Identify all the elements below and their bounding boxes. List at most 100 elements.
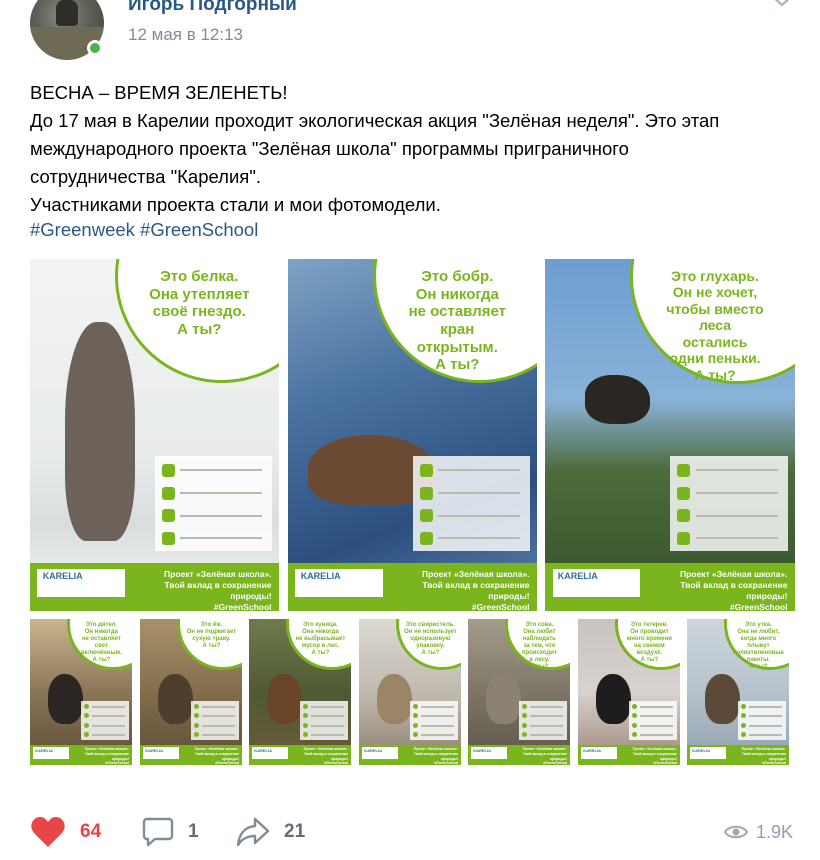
poster-checklist — [629, 700, 677, 741]
check-icon — [412, 722, 418, 728]
poster-duck[interactable]: Это утка. Она не любит, когда много плыв… — [687, 619, 789, 765]
check-icon — [83, 732, 89, 738]
check-item-line — [180, 537, 263, 540]
hashtag-link[interactable]: #Greenweek — [30, 219, 135, 240]
poster-bubble-text: Это бобр. Он никогда не оставляет кран о… — [408, 267, 506, 374]
check-icon — [83, 722, 89, 728]
poster-footer-text: Проект «Зелёная школа». Твой вклад в сох… — [84, 747, 129, 765]
check-item-line — [310, 724, 345, 727]
check-item-line — [748, 724, 783, 727]
poster-footer-text: Проект «Зелёная школа». Твой вклад в сох… — [741, 747, 786, 765]
comment-button[interactable]: 1 — [142, 812, 199, 852]
check-icon — [412, 732, 418, 738]
check-icon — [677, 509, 691, 523]
check-icon — [419, 486, 433, 500]
check-item-line — [201, 734, 236, 737]
check-item-line — [748, 734, 783, 737]
poster-bubble-text: Это утка. Она не любит, когда много плыв… — [732, 621, 784, 671]
post-text-line: сотрудничества "Карелия". — [30, 166, 262, 187]
check-icon — [83, 703, 89, 709]
check-icon — [412, 703, 418, 709]
check-icon — [740, 722, 746, 728]
poster-woodpecker[interactable]: Это дятел. Он никогда не оставляет свет … — [30, 619, 132, 765]
karelia-logo-text: KARELIA — [254, 748, 272, 754]
poster-owl[interactable]: Это сова. Она любит наблюдать за тем, чт… — [468, 619, 570, 765]
animal-figure — [48, 674, 84, 725]
check-item-line — [180, 468, 263, 471]
poster-beaver[interactable]: Это бобр. Он никогда не оставляет кран о… — [288, 259, 537, 611]
check-item-line — [438, 537, 521, 540]
like-button[interactable]: 64 — [30, 812, 101, 852]
animal-figure — [705, 674, 741, 725]
poster-hedgehog[interactable]: Это ёж. Он не поджигает сухую траву. А т… — [140, 619, 242, 765]
check-item-line — [91, 705, 126, 708]
share-icon — [236, 817, 270, 847]
check-icon — [740, 713, 746, 719]
animal-figure — [486, 674, 522, 725]
check-item-line — [695, 468, 779, 471]
check-item-line — [310, 705, 345, 708]
check-icon — [412, 713, 418, 719]
check-item-line — [639, 734, 674, 737]
check-item-line — [91, 724, 126, 727]
poster-footer: KARELIA Проект «Зелёная школа». Твой вкла… — [30, 563, 279, 611]
poster-footer-text: Проект «Зелёная школа». Твой вклад в сох… — [413, 747, 458, 765]
post-actions: 64 1 21 1.9K — [30, 812, 800, 852]
poster-checklist — [300, 700, 348, 741]
check-item-line — [420, 705, 455, 708]
chevron-down-icon[interactable] — [770, 0, 794, 8]
check-item-line — [91, 715, 126, 718]
poster-checklist — [154, 456, 272, 552]
poster-capercaillie[interactable]: Это глухарь. Он не хочет, чтобы вместо л… — [545, 259, 795, 611]
comment-icon — [142, 817, 174, 847]
check-item-line — [639, 705, 674, 708]
karelia-logo: KARELIA — [37, 568, 125, 597]
post-text-line: До 17 мая в Карелии проходит экологическ… — [30, 110, 720, 131]
check-icon — [677, 532, 691, 546]
hashtags: #Greenweek #GreenSchool — [30, 216, 258, 244]
check-item-line — [420, 715, 455, 718]
animal-figure — [64, 322, 135, 541]
check-item-line — [639, 715, 674, 718]
eye-icon — [724, 825, 748, 839]
check-item-line — [695, 514, 779, 517]
karelia-logo-text: KARELIA — [364, 748, 382, 754]
poster-bubble-text: Это белка. Она утепляет своё гнездо. А т… — [149, 267, 250, 338]
check-icon — [631, 713, 637, 719]
share-button[interactable]: 21 — [236, 812, 305, 852]
share-count: 21 — [284, 821, 306, 842]
poster-footer-text: Проект «Зелёная школа». Твой вклад в сох… — [679, 568, 788, 611]
post-date[interactable]: 12 мая в 12:13 — [128, 25, 243, 45]
check-icon — [419, 463, 433, 477]
karelia-logo: KARELIA — [471, 747, 507, 760]
check-icon — [161, 509, 175, 523]
poster-marten[interactable]: Это куница. Она никогда не выбрасывает м… — [249, 619, 351, 765]
heart-icon — [31, 817, 65, 847]
like-count: 64 — [80, 821, 102, 842]
check-item-line — [180, 491, 263, 494]
poster-footer: KARELIA Проект «Зелёная школа». Твой вкла… — [288, 563, 537, 611]
karelia-logo-text: KARELIA — [583, 748, 601, 754]
check-item-line — [695, 491, 779, 494]
check-item-line — [201, 705, 236, 708]
karelia-logo-text: KARELIA — [42, 571, 83, 581]
hashtag-link[interactable]: #GreenSchool — [140, 219, 258, 240]
check-item-line — [639, 724, 674, 727]
poster-squirrel[interactable]: Это белка. Она утепляет своё гнездо. А т… — [30, 259, 279, 611]
poster-black-grouse[interactable]: Это тетерев. Он проводит много времени н… — [578, 619, 680, 765]
poster-waxwing[interactable]: Это свиристель. Он не использует однораз… — [359, 619, 461, 765]
poster-footer: KARELIA Проект «Зелёная школа». Твой вкла… — [468, 745, 570, 765]
poster-footer-text: Проект «Зелёная школа». Твой вклад в сох… — [164, 568, 272, 611]
author-name[interactable]: Игорь Подгорный — [128, 0, 297, 16]
check-icon — [83, 713, 89, 719]
poster-footer: KARELIA Проект «Зелёная школа». Твой вкла… — [30, 745, 132, 765]
poster-footer-text: Проект «Зелёная школа». Твой вклад в сох… — [522, 747, 567, 765]
animal-figure — [377, 674, 413, 725]
online-indicator — [87, 40, 103, 56]
poster-footer: KARELIA Проект «Зелёная школа». Твой вкла… — [249, 745, 351, 765]
poster-checklist — [191, 700, 239, 741]
poster-footer: KARELIA Проект «Зелёная школа». Твой вкла… — [578, 745, 680, 765]
poster-footer-text: Проект «Зелёная школа». Твой вклад в сох… — [303, 747, 348, 765]
animal-figure — [158, 674, 194, 725]
poster-bubble-text: Это куница. Она никогда не выбрасывает м… — [295, 621, 346, 657]
